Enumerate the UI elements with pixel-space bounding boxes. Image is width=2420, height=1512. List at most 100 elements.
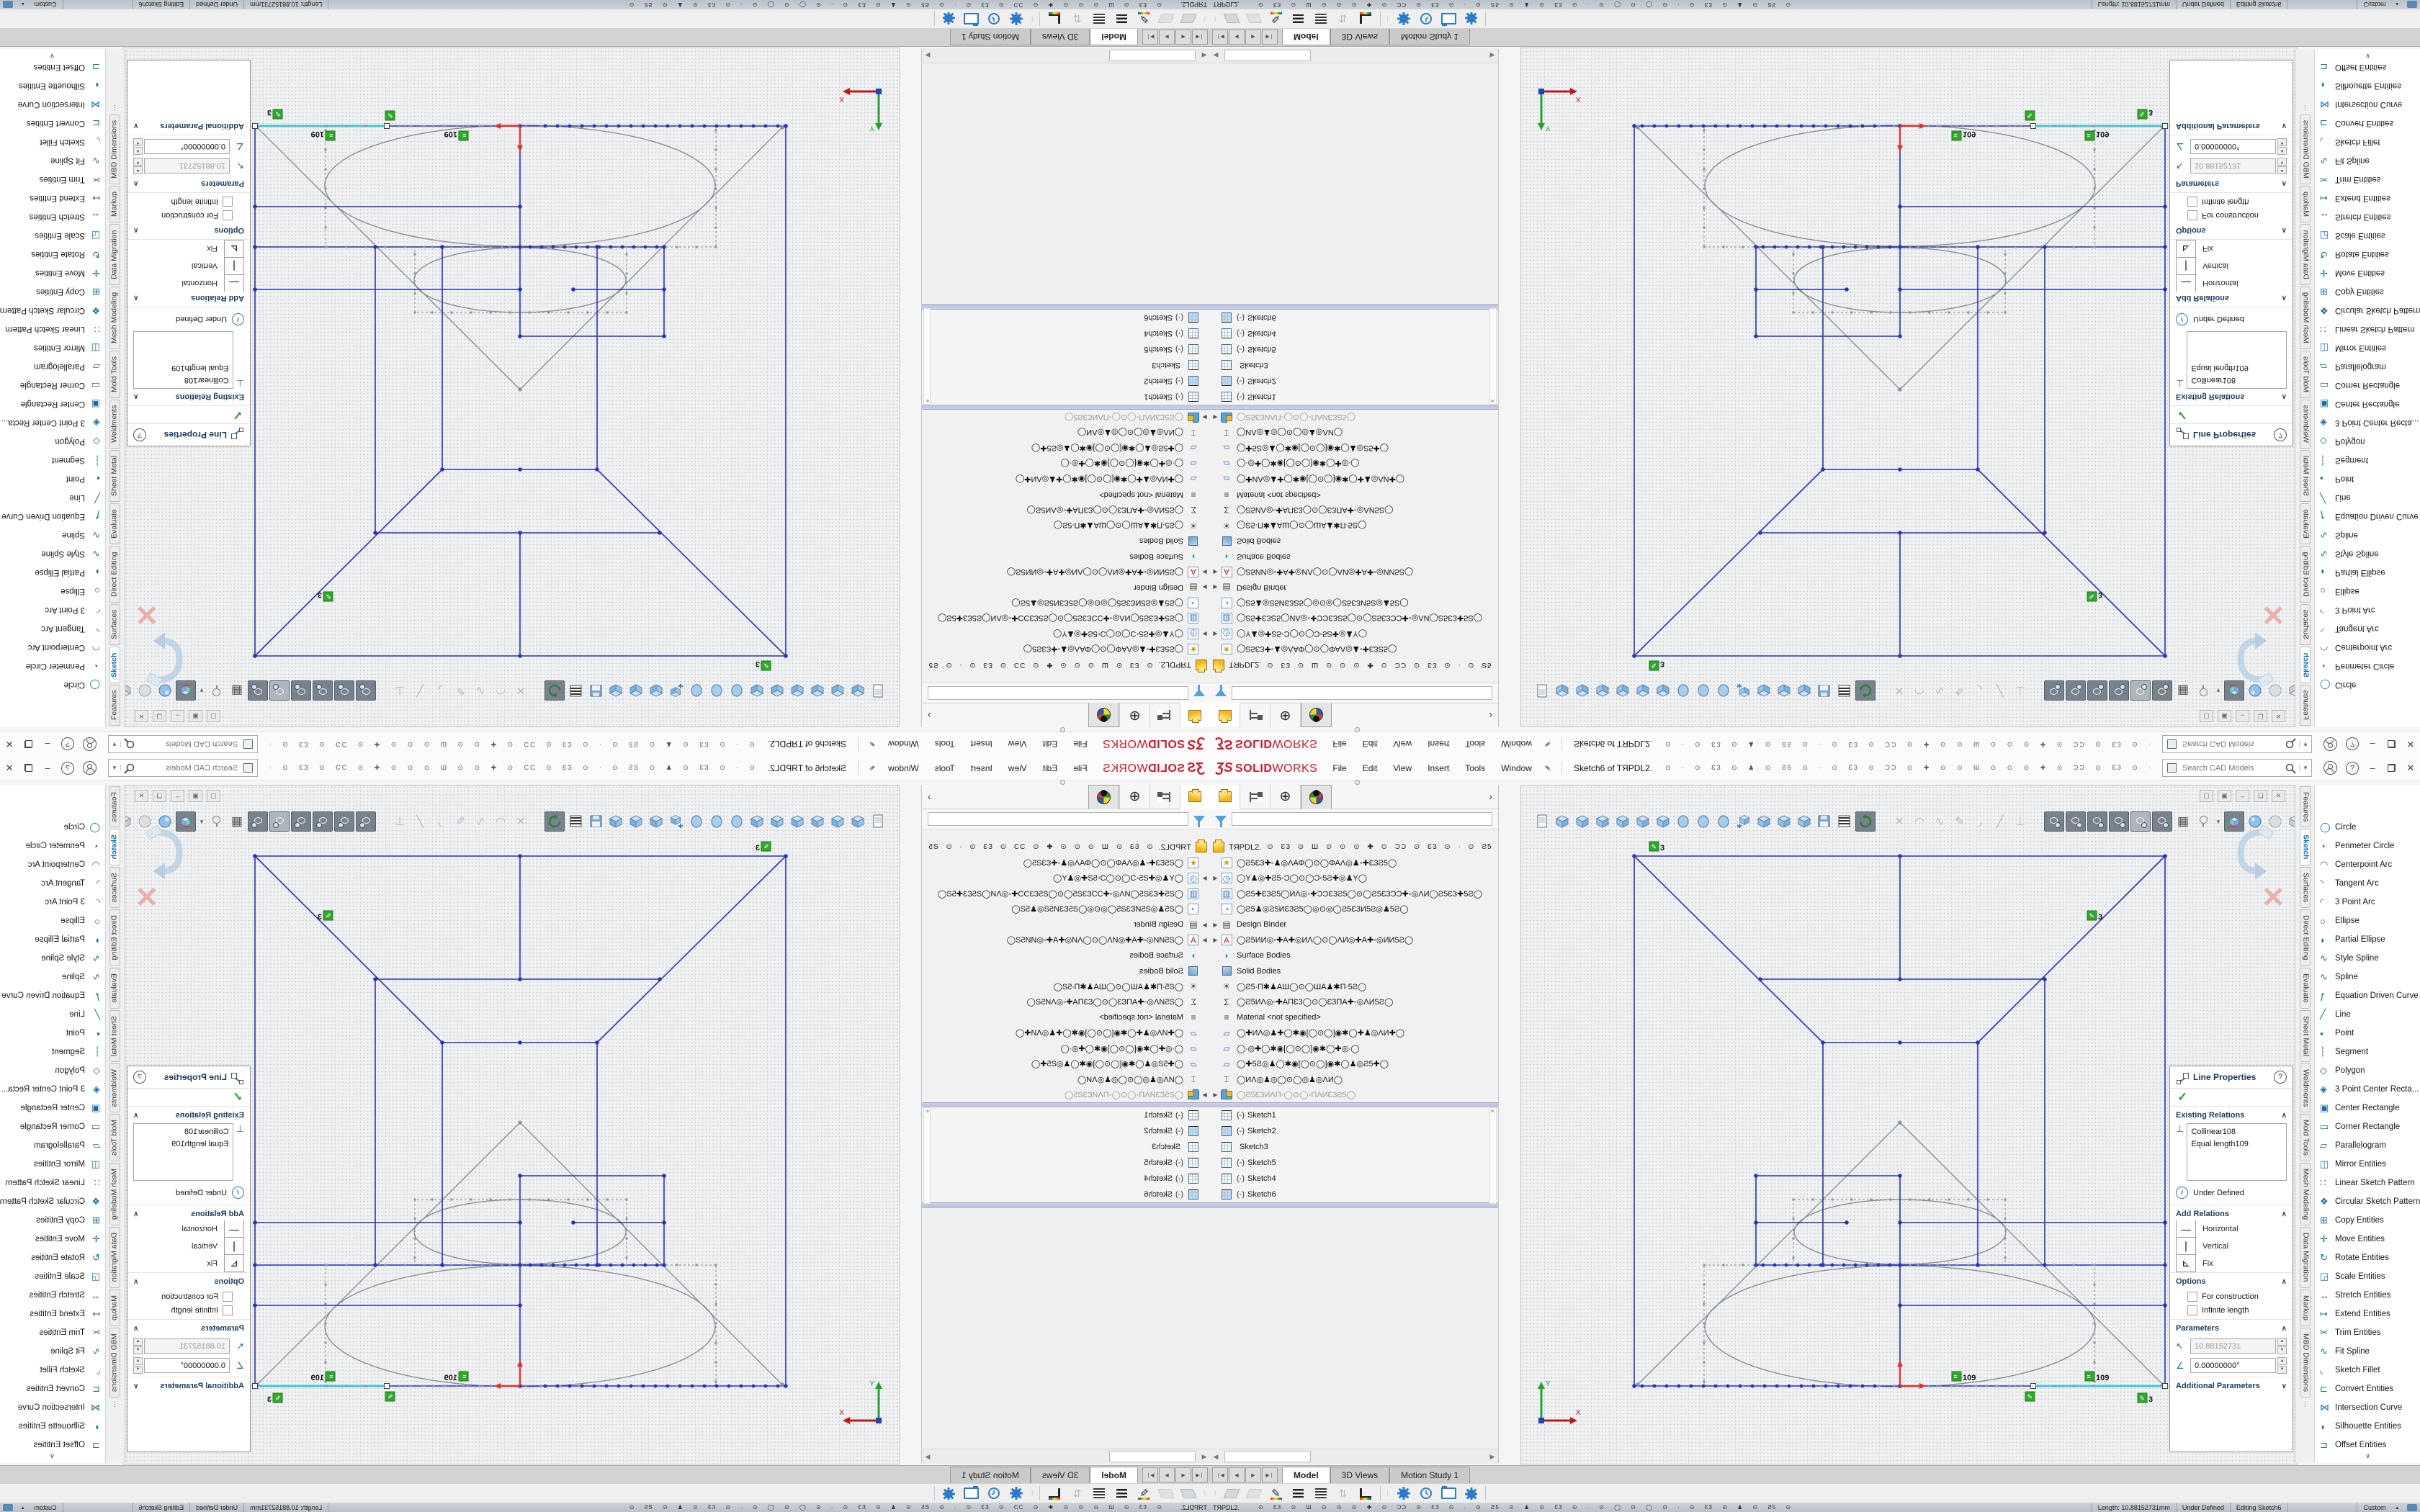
collapse-icon[interactable]: ∧ <box>133 1325 138 1333</box>
drag-handle[interactable]: ⁞ <box>1203 1490 1206 1497</box>
tree-item-solid[interactable]: Solid Bodies <box>922 534 1210 549</box>
drag-handle[interactable]: ⁞ <box>1214 15 1217 22</box>
quick-toolbar-glyphs[interactable]: ⊙ ∙ ⊙ Ɛ3 ⊙ ♟ ⊙ Ƨ5 ⊙ ∙ ⊙ Ɛ3 ⊙ ƆƆ ⊙ ✚ ⊙ ⊙ … <box>265 740 755 748</box>
tree-item-sensors[interactable]: ▥◯Ƨ5✚Ɛ3Ƨ5◯ИΛ◎◦✚ƆƆƐ3Ƨ5◯⊙◯Ƨ5Ɛ3ƆƆ✚◦◎ΛИ◯Ƨ5Ɛ3… <box>922 611 1210 626</box>
tab-feature-tree[interactable] <box>1150 785 1180 809</box>
login-user-icon[interactable] <box>83 737 97 751</box>
command-stretch-entities[interactable]: ↔Stretch Entities <box>2315 1286 2420 1305</box>
command-polygon[interactable]: ◇Polygon <box>2315 1061 2420 1080</box>
results-folder-icon[interactable] <box>1440 12 1456 26</box>
command-fit-spline[interactable]: ∿Fit Spline <box>2315 1342 2420 1361</box>
tree-item-sketch[interactable]: (-)Sketch5 <box>1210 341 1498 357</box>
command-center-rectangle[interactable]: ▣Center Rectangle <box>2315 1099 2420 1117</box>
tree-item-sketch[interactable]: (-)Sketch6 <box>1210 310 1498 325</box>
collapse-icon[interactable]: ∧ <box>2282 1325 2287 1333</box>
command-rotate-entities[interactable]: ↻Rotate Entities <box>0 245 105 264</box>
command-3-point-center-recta-[interactable]: ◈3 Point Center Recta... <box>0 413 105 432</box>
ink-pattern-icon[interactable] <box>1091 1486 1107 1500</box>
checkbox-icon[interactable] <box>223 1305 233 1315</box>
command-tangent-arc[interactable]: ◝Tangent Arc <box>2315 619 2420 638</box>
pin-menu-icon[interactable]: ✒ <box>866 738 879 750</box>
command-line[interactable]: ╱Line <box>0 1005 105 1024</box>
command-circular-sketch-pattern[interactable]: ❖Circular Sketch Pattern <box>2315 1192 2420 1211</box>
angle-value-field[interactable]: 0.00000000° <box>144 1358 230 1373</box>
collapse-icon[interactable]: ∧ <box>133 1210 138 1218</box>
tab-sheet-metal[interactable]: Sheet Metal <box>2300 450 2311 502</box>
relation-item[interactable]: Collinear108 <box>138 374 229 387</box>
more-commands-icon[interactable]: ∨ <box>0 1452 105 1460</box>
more-commands-icon[interactable]: ∨ <box>0 52 105 60</box>
menu-view[interactable]: View <box>1000 739 1035 750</box>
command-segment[interactable]: ┆Segment <box>0 451 105 469</box>
tab-3d-views[interactable]: 3D Views <box>1330 28 1389 45</box>
tab-surfaces[interactable]: Surfaces <box>109 604 121 645</box>
command-ellipse[interactable]: ○Ellipse <box>0 582 105 600</box>
tab-featuremanager-part[interactable] <box>1180 785 1210 809</box>
command-spline[interactable]: ∿Spline <box>0 526 105 544</box>
checkbox-icon[interactable] <box>2187 1292 2197 1302</box>
for-construction-checkbox[interactable]: For construction <box>2187 1292 2287 1302</box>
first-tab-icon[interactable]: ❘◀ <box>1212 30 1228 45</box>
menu-view[interactable]: View <box>1385 739 1420 750</box>
command-style-spline[interactable]: ∿Style Spline <box>2315 949 2420 968</box>
tree-item-gauge[interactable]: ◔◯Ƨ5♟◎Ƨ5ИƐ3Ƨ5◯◎⊙◎◯Ƨ5Ɛ3И5Ƨ◎♟5Ƨ◯ <box>922 595 1210 611</box>
command-trim-entities[interactable]: ✂Trim Entities <box>2315 170 2420 189</box>
collapse-icon[interactable]: ∧ <box>2282 1210 2287 1218</box>
expand-arrow-icon[interactable]: ▶ <box>1210 1092 1221 1098</box>
section-options[interactable]: Options∧ <box>127 1272 250 1288</box>
tab-propertymanager[interactable]: ⊕ <box>1270 785 1301 809</box>
status-units[interactable]: Custom▴ <box>2357 1503 2404 1512</box>
cancel-sketch-icon[interactable]: ✕ <box>135 881 159 914</box>
ink-ghost-icon[interactable]: ⇅ <box>1335 12 1351 26</box>
tab-sheet-metal[interactable]: Sheet Metal <box>109 1010 121 1062</box>
expand-arrow-icon[interactable]: ▶ <box>1199 584 1210 590</box>
solve-gear-icon[interactable] <box>1008 1486 1024 1500</box>
pin-menu-icon[interactable]: ✒ <box>866 762 879 774</box>
tree-splitter[interactable] <box>1210 303 1498 310</box>
ink-thickness-icon[interactable] <box>1291 1486 1307 1500</box>
angle-spinner[interactable]: ▲▼ <box>133 138 143 155</box>
restore-button[interactable] <box>24 740 32 748</box>
length-spinner[interactable]: ▲▼ <box>2277 158 2287 174</box>
tab-propertymanager[interactable]: ⊕ <box>1270 703 1301 727</box>
tree-item-plane[interactable]: ▱◯∙◎✚◯✱◉[◯⊙◯]◉✱◯✚◎∙◯ <box>1210 456 1498 472</box>
help-icon[interactable]: ? <box>61 738 74 751</box>
command-intersection-curve[interactable]: ⋈Intersection Curve <box>2315 1398 2420 1417</box>
tree-item-annotations[interactable]: ▶A◯Ƨ5ИИ◎◦✚Α✚◎ИΛ◯⊙◯ΛИ◎✚Α✚◦◎ИИ5Ƨ◯ <box>1210 564 1498 580</box>
scroll-thumb[interactable] <box>1109 50 1196 61</box>
collapse-icon[interactable]: ∧ <box>2282 1112 2287 1120</box>
command-move-entities[interactable]: ✛Move Entities <box>2315 264 2420 282</box>
search-box[interactable]: ▼ <box>108 735 258 753</box>
command-equation-driven-curve[interactable]: ƒEquation Driven Curve <box>0 986 105 1005</box>
units-dropdown-icon[interactable]: ▴ <box>22 1505 24 1511</box>
command-segment[interactable]: ┆Segment <box>2315 451 2420 469</box>
tree-item-favorites[interactable]: ★◯Ƨ5Ɛ3✚◦♟◎ΛΑΦ◯⊙◯ΦΑΛ◎♟◦✚Ɛ3Ƨ5◯ <box>1210 642 1498 657</box>
ink-thickness-icon[interactable] <box>1113 12 1129 26</box>
tree-item-folderlock[interactable]: ▶◯Ƨ5Ɛ3ИΛΠ◦◯⊙◯◦ΠΛИƐ3Ƨ5◯ <box>922 410 1210 426</box>
tree-item-binder[interactable]: ▶▤Design Binder <box>1210 917 1498 933</box>
collapse-icon[interactable]: ∧ <box>133 294 138 302</box>
tab-sheet-metal[interactable]: Sheet Metal <box>109 450 121 502</box>
command-ellipse[interactable]: ○Ellipse <box>0 912 105 930</box>
tree-item-sketch[interactable]: (-)Sketch2 <box>1210 373 1498 389</box>
panel-collapse-dot[interactable] <box>1355 780 1360 785</box>
tree-filter-input[interactable] <box>928 686 1188 700</box>
tab-evaluate[interactable]: Evaluate <box>2300 503 2311 544</box>
tab-mold-tools[interactable]: Mold Tools <box>109 351 121 398</box>
status-units[interactable]: Custom▴ <box>2357 0 2404 9</box>
command-center-rectangle[interactable]: ▣Center Rectangle <box>0 1099 105 1117</box>
command-silhouette-entities[interactable]: ◖Silhouette Entities <box>0 1417 105 1436</box>
menu-insert[interactable]: Insert <box>963 739 1000 750</box>
tab-sketch[interactable]: Sketch <box>2300 647 2311 683</box>
help-icon[interactable]: ? <box>2346 762 2359 775</box>
expand-arrow-icon[interactable]: ▶ <box>1199 937 1210 943</box>
command-convert-entities[interactable]: ⊏Convert Entities <box>0 114 105 132</box>
tree-item-sketch[interactable]: (-)Sketch4 <box>1210 325 1498 341</box>
tree-item-plane[interactable]: ▱◯✚ИΛ◎♟✚◯✱◉[◯⊙◯]◉✱◯✚♟◎ΛИ✚◯ <box>922 472 1210 487</box>
tree-item-history[interactable]: ▶◷◯Y♟◎✚Ƨ5◦Ɔ◯⊙◯Ɔ◦5Ƨ✚◎♟Y◯ <box>1210 870 1498 886</box>
ink-corner-icon[interactable] <box>1358 12 1373 26</box>
close-button[interactable]: ✕ <box>2401 739 2420 750</box>
tab-features[interactable]: Features <box>109 685 121 726</box>
tab-feature-tree[interactable] <box>1150 703 1180 727</box>
drag-handle[interactable]: ⁞ <box>1031 1490 1034 1497</box>
